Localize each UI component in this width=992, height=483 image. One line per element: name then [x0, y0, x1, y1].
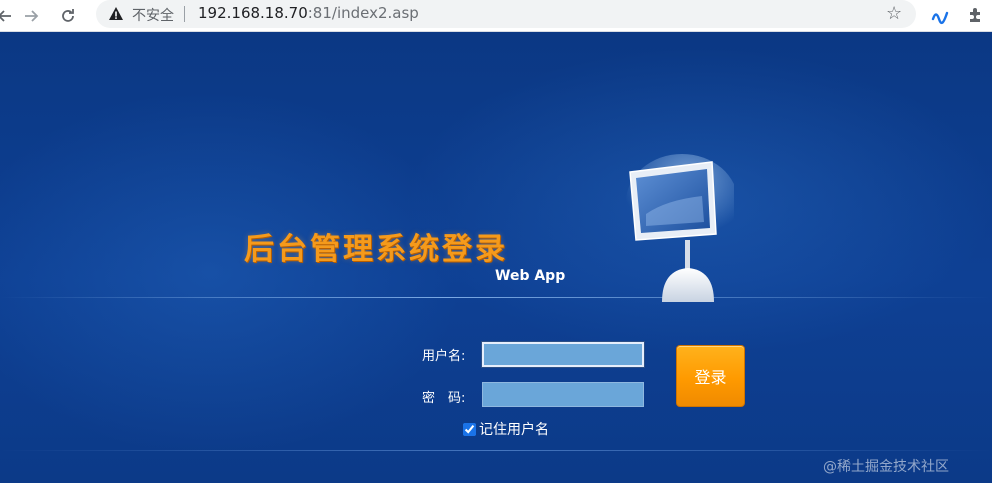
username-input[interactable]	[482, 342, 644, 367]
login-page: 后台管理系统登录 Web App 用户名: 密 码: 登录 记住用户名 @稀土掘…	[0, 32, 992, 483]
warning-icon[interactable]	[108, 6, 124, 22]
remember-username[interactable]: 记住用户名	[463, 419, 549, 439]
forward-arrow-icon[interactable]	[20, 4, 44, 28]
browser-toolbar: 不安全 192.168.18.70:81/index2.asp ☆	[0, 0, 992, 32]
url-text[interactable]: 192.168.18.70:81/index2.asp	[198, 4, 419, 22]
password-label: 密 码:	[422, 391, 466, 406]
extensions-puzzle-icon[interactable]	[966, 5, 986, 25]
remember-checkbox[interactable]	[463, 422, 476, 436]
bookmark-star-icon[interactable]: ☆	[886, 3, 902, 24]
watermark: @稀土掘金技术社区	[823, 459, 949, 475]
password-input[interactable]	[482, 382, 644, 407]
page-title: 后台管理系统登录	[244, 232, 508, 267]
extension-wave-icon[interactable]	[930, 6, 950, 26]
reload-icon[interactable]	[56, 4, 80, 28]
footer-divider	[0, 450, 992, 451]
address-bar[interactable]: 不安全 192.168.18.70:81/index2.asp	[96, 0, 916, 28]
page-subtitle: Web App	[495, 268, 566, 284]
computer-monitor-icon	[626, 154, 734, 302]
remember-label: 记住用户名	[479, 422, 549, 438]
not-secure-label[interactable]: 不安全	[132, 5, 174, 25]
username-label: 用户名:	[422, 349, 466, 364]
url-path: :81/index2.asp	[307, 4, 419, 22]
back-arrow-icon[interactable]	[0, 4, 16, 28]
login-button[interactable]: 登录	[676, 345, 745, 407]
address-separator	[184, 6, 185, 22]
url-host: 192.168.18.70	[198, 4, 308, 22]
header-divider	[0, 297, 992, 298]
